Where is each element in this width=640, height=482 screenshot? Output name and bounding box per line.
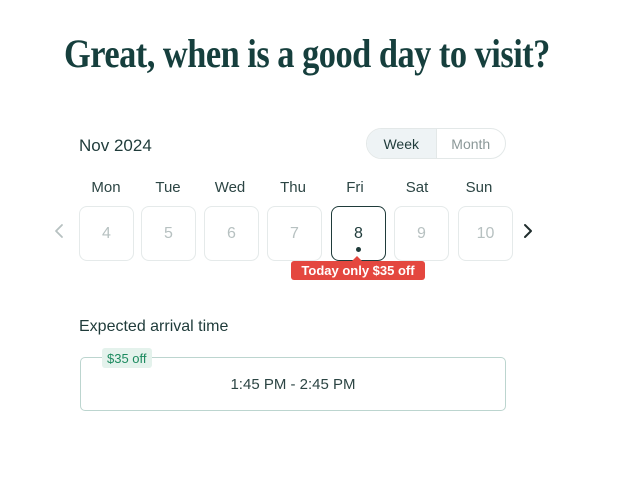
view-toggle-week[interactable]: Week: [367, 129, 437, 158]
weekday-wed: Wed: [214, 179, 246, 196]
visit-scheduler: Great, when is a good day to visit? Nov …: [0, 0, 640, 482]
prev-week-button[interactable]: [52, 222, 66, 244]
view-toggle: Week Month: [366, 128, 506, 159]
day-number: 8: [354, 224, 363, 242]
day-cell-7[interactable]: 7: [267, 206, 322, 261]
day-cell-6[interactable]: 6: [204, 206, 259, 261]
promo-tooltip: Today only $35 off: [291, 256, 425, 280]
arrival-time-label: Expected arrival time: [79, 318, 229, 335]
day-cell-9[interactable]: 9: [394, 206, 449, 261]
time-slot-text: 1:45 PM - 2:45 PM: [230, 375, 356, 393]
weekday-tue: Tue: [155, 179, 181, 196]
month-label: Nov 2024: [79, 136, 152, 155]
day-number: 6: [227, 224, 236, 242]
promo-dot: [356, 247, 361, 252]
day-cell-10[interactable]: 10: [458, 206, 513, 261]
view-toggle-month[interactable]: Month: [437, 129, 506, 158]
weekday-sat: Sat: [405, 179, 429, 196]
weekday-fri: Fri: [346, 179, 364, 196]
day-number: 5: [164, 224, 173, 242]
next-week-button[interactable]: [521, 222, 535, 244]
day-cell-4[interactable]: 4: [79, 206, 134, 261]
weekday-sun: Sun: [465, 179, 493, 196]
weekday-thu: Thu: [280, 179, 306, 196]
page-title: Great, when is a good day to visit?: [64, 31, 550, 76]
discount-badge: $35 off: [102, 348, 152, 368]
day-cell-8-selected[interactable]: 8: [331, 206, 386, 261]
day-number: 9: [417, 224, 426, 242]
day-number: 4: [102, 224, 111, 242]
chevron-left-icon: [54, 223, 64, 244]
day-number: 7: [290, 224, 299, 242]
day-number: 10: [476, 224, 495, 242]
weekday-mon: Mon: [91, 179, 121, 196]
day-cell-5[interactable]: 5: [141, 206, 196, 261]
chevron-right-icon: [523, 223, 533, 244]
